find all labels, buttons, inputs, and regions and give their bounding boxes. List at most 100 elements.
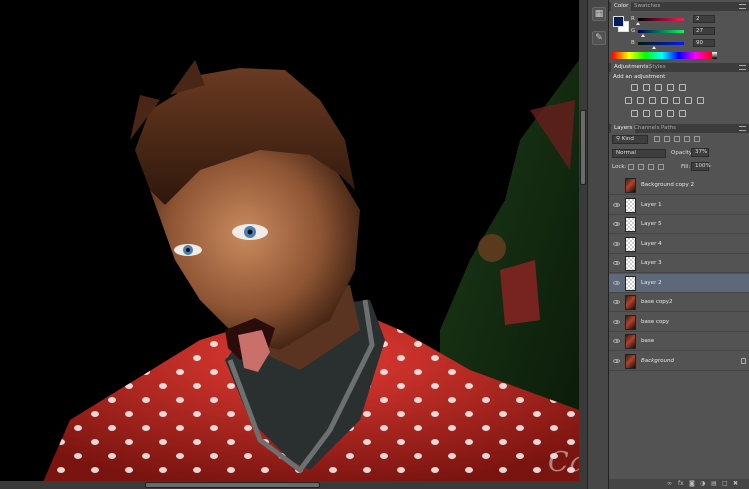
vibrance-icon[interactable]	[625, 97, 632, 104]
channel-label: B	[631, 40, 635, 46]
lock-all-icon[interactable]	[658, 164, 664, 170]
channel-mixer-icon[interactable]	[685, 97, 692, 104]
selective-color-icon[interactable]	[667, 110, 674, 117]
layer-row[interactable]: Layer 2	[609, 273, 749, 293]
scroll-thumb[interactable]	[580, 110, 586, 185]
color-lookup-icon[interactable]	[697, 97, 704, 104]
black-white-ramp[interactable]	[712, 52, 717, 59]
visibility-eye-icon[interactable]	[613, 202, 620, 207]
blue-gradient-bar[interactable]	[638, 42, 684, 49]
layer-name[interactable]: Layer 3	[641, 260, 662, 266]
slider-marker-icon[interactable]	[640, 34, 645, 37]
tab-paths[interactable]: Paths	[658, 124, 679, 133]
layer-name[interactable]: base	[641, 338, 654, 344]
slider-green[interactable]: G 27	[631, 27, 749, 37]
photo-filter-icon[interactable]	[673, 97, 680, 104]
tab-styles[interactable]: Styles	[646, 63, 669, 72]
visibility-eye-icon[interactable]	[613, 183, 620, 187]
visibility-eye-icon[interactable]	[613, 222, 620, 226]
layer-row[interactable]: Layer 5	[609, 215, 749, 234]
layer-row[interactable]: base	[609, 332, 749, 351]
gradient-map-icon[interactable]	[679, 110, 686, 117]
red-value-field[interactable]: 2	[693, 15, 715, 23]
filter-adjustment-icon[interactable]	[664, 136, 670, 142]
layer-row[interactable]: Layer 4	[609, 234, 749, 254]
color-spectrum-ramp[interactable]	[612, 52, 712, 59]
layers-panel-tabbar: Layers Channels Paths	[609, 124, 749, 133]
opacity-field[interactable]: 37%	[691, 148, 709, 157]
slider-marker-icon[interactable]	[636, 22, 641, 25]
threshold-icon[interactable]	[655, 110, 662, 117]
layer-row[interactable]: Layer 3	[609, 254, 749, 273]
posterize-icon[interactable]	[643, 110, 650, 117]
fill-label: Fill:	[681, 164, 691, 170]
exposure-icon[interactable]	[667, 84, 674, 91]
red-gradient-bar[interactable]	[636, 18, 684, 25]
green-gradient-bar[interactable]	[638, 30, 684, 37]
layer-row[interactable]: Background copy 2	[609, 176, 749, 195]
tab-color[interactable]: Color	[611, 2, 632, 11]
visibility-eye-icon[interactable]	[613, 358, 620, 363]
layer-name[interactable]: Background copy 2	[641, 182, 694, 188]
adjustment-layer-icon[interactable]: ◑	[700, 480, 705, 487]
panel-menu-icon[interactable]	[739, 65, 746, 70]
history-icon[interactable]: ▦	[592, 7, 606, 21]
filter-pixel-icon[interactable]	[654, 136, 660, 142]
layer-name[interactable]: Layer 2	[641, 280, 662, 286]
levels-icon[interactable]	[643, 84, 650, 91]
layer-thumbnail	[625, 314, 636, 330]
blend-mode-select[interactable]: Normal	[612, 149, 666, 158]
layer-row[interactable]: Layer 1	[609, 195, 749, 215]
lock-position-icon[interactable]	[648, 164, 654, 170]
invert-icon[interactable]	[631, 110, 638, 117]
slider-blue[interactable]: B 90	[631, 39, 749, 49]
visibility-eye-icon[interactable]	[613, 261, 620, 265]
scroll-thumb[interactable]	[145, 482, 320, 488]
canvas-horizontal-scrollbar[interactable]	[0, 481, 579, 489]
layer-name[interactable]: Background	[641, 358, 674, 364]
mask-icon[interactable]: ◙	[689, 480, 695, 487]
hue-saturation-icon[interactable]	[637, 97, 644, 104]
layer-name[interactable]: base copy2	[641, 299, 673, 305]
lock-image-icon[interactable]	[638, 164, 644, 170]
black-white-icon[interactable]	[661, 97, 668, 104]
visibility-eye-icon[interactable]	[613, 319, 620, 324]
filter-type-icon[interactable]	[674, 136, 680, 142]
visibility-eye-icon[interactable]	[613, 339, 620, 343]
link-icon[interactable]: ∞	[667, 480, 672, 487]
layer-name[interactable]: Layer 1	[641, 202, 662, 208]
document-canvas[interactable]: CandyGirlSFM	[0, 0, 579, 481]
layer-name[interactable]: Layer 5	[641, 221, 662, 227]
slider-red[interactable]: R 2	[631, 15, 749, 25]
slider-marker-icon[interactable]	[652, 46, 657, 49]
fx-icon[interactable]: fx	[678, 480, 684, 487]
new-layer-icon[interactable]: □	[722, 480, 728, 487]
brush-presets-icon[interactable]: ✎	[592, 31, 606, 45]
blue-value-field[interactable]: 90	[693, 39, 715, 47]
layer-row[interactable]: base copy2	[609, 293, 749, 312]
layer-row[interactable]: Background	[609, 351, 749, 371]
filter-smart-object-icon[interactable]	[694, 136, 700, 142]
trash-icon[interactable]: ✖	[733, 480, 738, 487]
panel-menu-icon[interactable]	[739, 4, 746, 9]
layer-name[interactable]: base copy	[641, 319, 669, 325]
brightness-contrast-icon[interactable]	[631, 84, 638, 91]
lock-transparent-icon[interactable]	[628, 164, 634, 170]
color-balance-icon[interactable]	[649, 97, 656, 104]
layer-filter-kind-select[interactable]: ⚲ Kind	[612, 135, 648, 144]
foreground-color-swatch[interactable]	[613, 16, 624, 27]
tab-swatches[interactable]: Swatches	[631, 2, 663, 11]
visibility-eye-icon[interactable]	[613, 241, 620, 246]
group-folder-icon[interactable]: ▤	[711, 480, 717, 487]
layer-row[interactable]: base copy	[609, 312, 749, 332]
fill-field[interactable]: 100%	[691, 162, 711, 171]
green-value-field[interactable]: 27	[693, 27, 715, 35]
visibility-eye-icon[interactable]	[613, 280, 620, 285]
curves-icon[interactable]	[655, 84, 662, 91]
gradient-triangle-icon[interactable]	[679, 84, 686, 91]
canvas-vertical-scrollbar[interactable]	[579, 0, 587, 489]
panel-menu-icon[interactable]	[739, 126, 746, 131]
layer-name[interactable]: Layer 4	[641, 241, 662, 247]
filter-shape-icon[interactable]	[684, 136, 690, 142]
visibility-eye-icon[interactable]	[613, 300, 620, 304]
